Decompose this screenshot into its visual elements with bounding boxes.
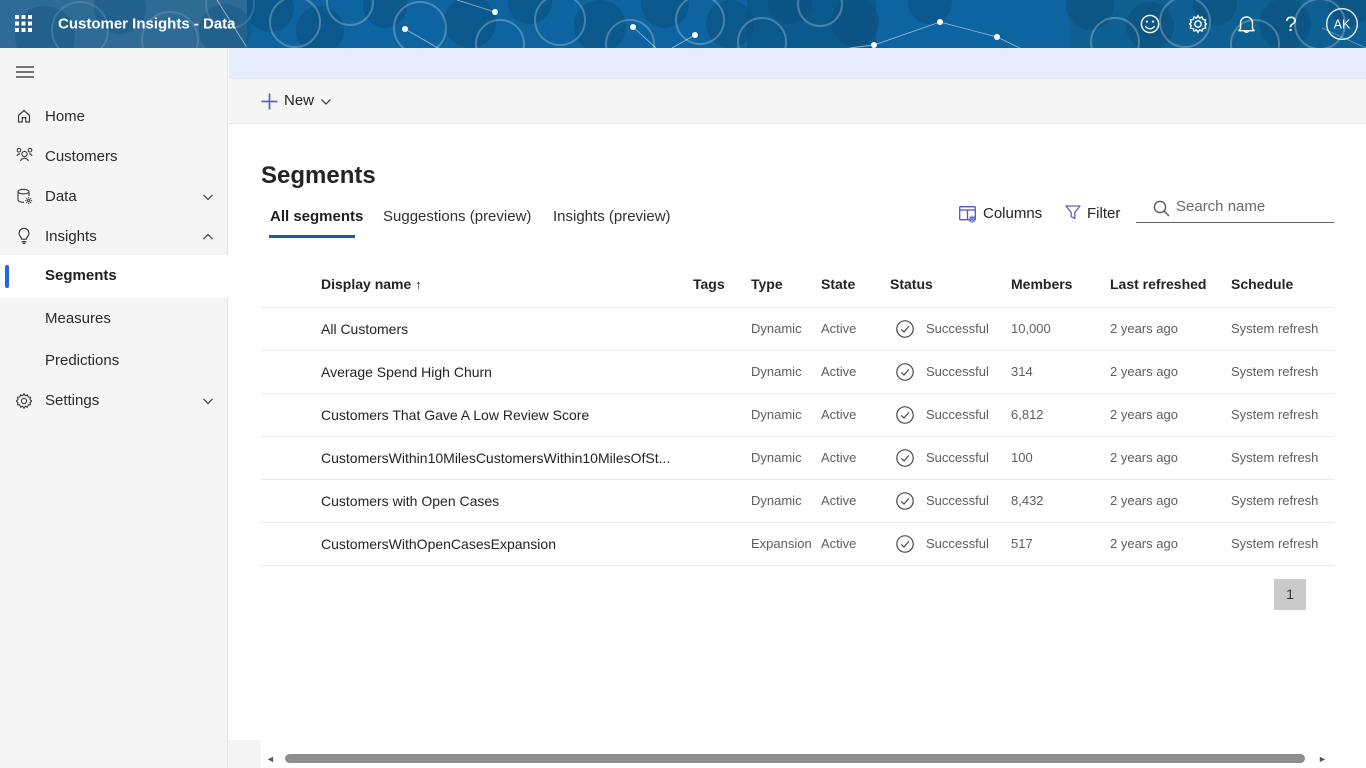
svg-text:AK: AK [1334, 18, 1351, 32]
svg-text:?: ? [1285, 13, 1297, 36]
svg-text:Customer Insights - Data: Customer Insights - Data [58, 16, 236, 33]
